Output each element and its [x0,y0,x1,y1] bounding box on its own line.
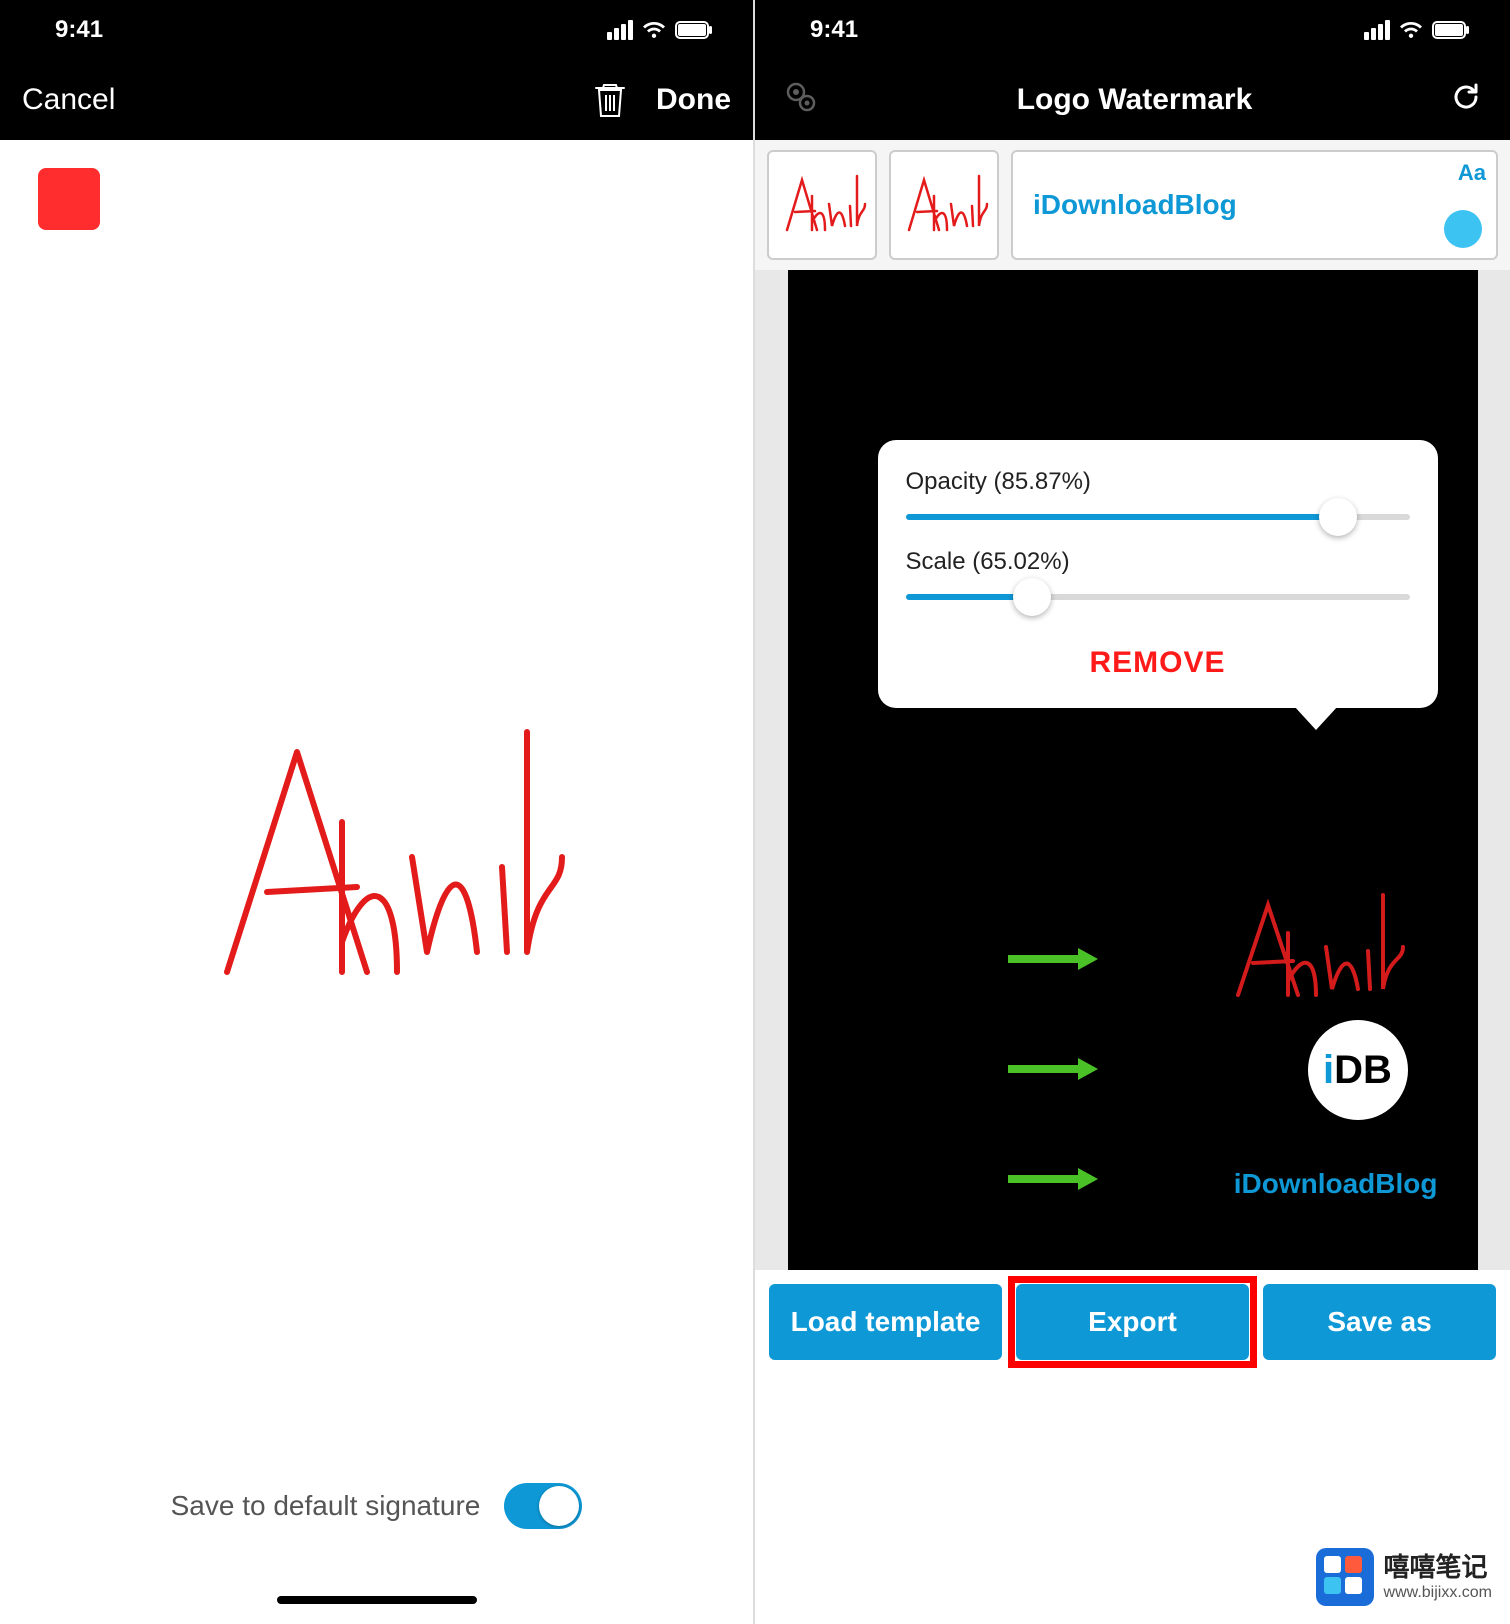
signature-watermark[interactable] [1218,885,1438,1010]
idb-db: DB [1334,1048,1392,1093]
preview-area: Opacity (85.87%) Scale (65.02%) R [755,270,1510,1270]
scale-label: Scale (65.02%) [906,548,1410,576]
text-color-dot[interactable] [1444,210,1482,248]
cellular-icon [607,20,633,40]
scale-slider[interactable] [906,594,1410,600]
site-name: 嘻嘻笔记 [1384,1552,1492,1583]
watermark-text-label: iDownloadBlog [1033,189,1237,221]
text-watermark[interactable]: iDownloadBlog [1234,1168,1438,1200]
save-as-button[interactable]: Save as [1263,1284,1496,1360]
cancel-button[interactable]: Cancel [22,83,115,117]
watermark-text-box[interactable]: iDownloadBlog Aa [1011,150,1498,260]
site-watermark: 嘻嘻笔记 www.bijixx.com [1316,1548,1492,1606]
watermark-screen: 9:41 Logo Watermark [755,0,1510,1624]
color-swatch[interactable] [38,168,100,230]
home-indicator [277,1596,477,1604]
bottom-buttons: Load template Export Save as [755,1270,1510,1374]
status-bar: 9:41 [0,0,753,60]
settings-icon[interactable] [783,79,819,122]
trash-icon[interactable] [594,82,626,118]
wifi-icon [641,20,667,40]
opacity-slider[interactable] [906,514,1410,520]
status-icons [1364,20,1470,40]
annotation-arrow-icon [1008,1168,1098,1190]
text-style-icon[interactable]: Aa [1458,160,1486,186]
refresh-icon[interactable] [1450,81,1482,120]
site-logo-icon [1316,1548,1374,1606]
remove-button[interactable]: REMOVE [906,628,1410,686]
signature-canvas[interactable] [0,300,753,1424]
page-title: Logo Watermark [1017,83,1253,117]
watermark-row: iDownloadBlog Aa [755,140,1510,270]
idb-logo-watermark[interactable]: iDB [1308,1020,1408,1120]
annotation-arrow-icon [1008,1058,1098,1080]
status-bar: 9:41 [755,0,1510,60]
nav-bar: Logo Watermark [755,60,1510,140]
site-url: www.bijixx.com [1384,1583,1492,1602]
export-button[interactable]: Export [1016,1284,1249,1360]
wifi-icon [1398,20,1424,40]
opacity-label: Opacity (85.87%) [906,468,1410,496]
save-default-toggle[interactable] [504,1483,582,1529]
done-button[interactable]: Done [656,83,731,117]
signature-drawing [167,692,587,1032]
idb-i: i [1323,1048,1334,1093]
preview-image[interactable]: Opacity (85.87%) Scale (65.02%) R [788,270,1478,1270]
status-icons [607,20,713,40]
status-time: 9:41 [810,16,858,44]
watermark-popover: Opacity (85.87%) Scale (65.02%) R [878,440,1438,708]
battery-icon [1432,21,1470,39]
save-default-row: Save to default signature [0,1483,753,1529]
nav-bar: Cancel Done [0,60,753,140]
battery-icon [675,21,713,39]
watermark-thumb-2[interactable] [889,150,999,260]
status-time: 9:41 [55,16,103,44]
annotation-arrow-icon [1008,948,1098,970]
save-default-label: Save to default signature [171,1490,481,1522]
cellular-icon [1364,20,1390,40]
load-template-button[interactable]: Load template [769,1284,1002,1360]
signature-screen: 9:41 Cancel Done [0,0,755,1624]
watermark-thumb-1[interactable] [767,150,877,260]
